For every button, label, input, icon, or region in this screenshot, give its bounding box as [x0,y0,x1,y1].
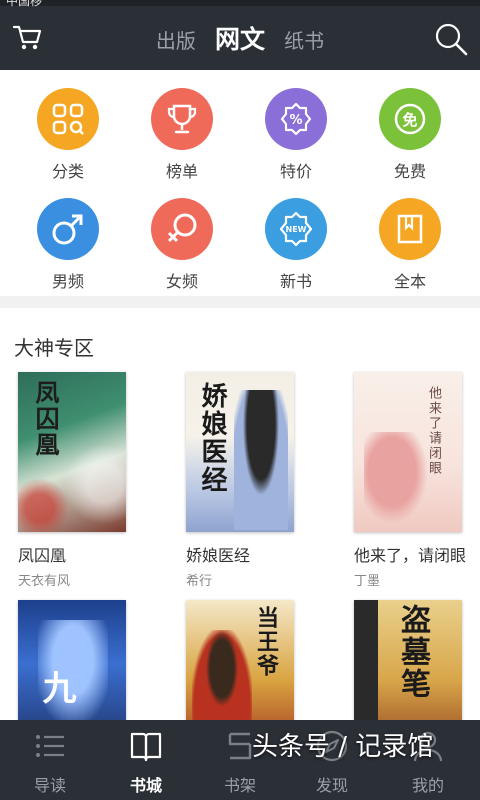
cover-title: 他来了请闭眼 [426,386,441,476]
content-tabs: 出版 网文 纸书 [0,20,480,56]
svg-text:NEW: NEW [286,225,307,234]
open-book-icon [130,732,162,762]
trophy-icon [151,88,213,150]
category-label: 新书 [279,272,312,291]
cover-title: 凤囚凰 [31,380,60,458]
book-icon [379,198,441,260]
category-special-price[interactable]: % 特价 [258,88,334,188]
category-label: 全本 [393,272,426,291]
section-title: 大神专区 [14,336,94,360]
book-cover[interactable]: 他来了请闭眼 [354,372,462,532]
search-icon[interactable] [434,22,468,56]
percent-icon: % [265,88,327,150]
cover-title: 九 [36,670,76,706]
book-title: 凤囚凰 [18,546,67,565]
book-author: 丁墨 [354,574,381,589]
watermark-text: 头条号 / 记录馆 [252,732,434,762]
book-card[interactable]: 凤囚凰 凤囚凰 天衣有风 [18,372,146,589]
cover-title: 娇娘医经 [197,382,227,494]
category-label: 特价 [279,162,312,181]
nav-label: 书城 [129,776,162,795]
book-cover[interactable]: 娇娘医经 [186,372,294,532]
category-male[interactable]: 男频 [30,198,106,298]
tab-web-novel[interactable]: 网文 [215,20,265,56]
grid-icon [37,88,99,150]
category-ranking[interactable]: 榜单 [144,88,220,188]
category-new-book[interactable]: NEW 新书 [258,198,334,298]
nav-label: 书架 [223,776,256,795]
nav-label: 我的 [411,776,444,795]
category-label: 女频 [165,272,198,291]
nav-guide[interactable]: 导读 [10,728,90,796]
cover-title: 盗墓笔 [395,604,430,700]
category-label: 免费 [393,162,426,181]
nav-bookstore[interactable]: 书城 [106,728,186,796]
female-icon [151,198,213,260]
free-icon: 免 [379,88,441,150]
book-author: 天衣有风 [18,574,71,589]
book-author: 希行 [186,574,213,589]
tab-publish[interactable]: 出版 [156,25,196,54]
category-label: 榜单 [165,162,198,181]
male-icon [37,198,99,260]
category-complete[interactable]: 全本 [372,198,448,298]
new-icon: NEW [265,198,327,260]
category-free[interactable]: 免 免费 [372,88,448,188]
top-navigation-bar: 中国移 出版 网文 纸书 [0,0,480,70]
nav-label: 导读 [33,776,66,795]
tab-paper-book[interactable]: 纸书 [284,25,324,54]
cover-title: 当王爷 [253,606,279,678]
nav-label: 发现 [315,776,348,795]
category-female[interactable]: 女频 [144,198,220,298]
category-grid: 分类 榜单 % 特价 免 免费 男频 女频 NEW 新书 全本 [0,74,480,296]
category-label: 男频 [51,272,84,291]
book-title: 娇娘医经 [186,546,251,565]
svg-text:%: % [289,113,302,128]
book-cover[interactable]: 凤囚凰 [18,372,126,532]
book-card[interactable]: 娇娘医经 娇娘医经 希行 [186,372,314,589]
list-icon [36,735,64,757]
section-divider [0,296,480,308]
svg-text:免: 免 [402,111,417,129]
status-text: 中国移 [6,0,43,8]
category-label: 分类 [51,162,84,181]
book-title: 他来了，请闭眼 [354,546,467,565]
book-card[interactable]: 他来了请闭眼 他来了，请闭眼 丁墨 [354,372,480,589]
status-bar: 中国移 [0,0,480,8]
category-classify[interactable]: 分类 [30,88,106,188]
